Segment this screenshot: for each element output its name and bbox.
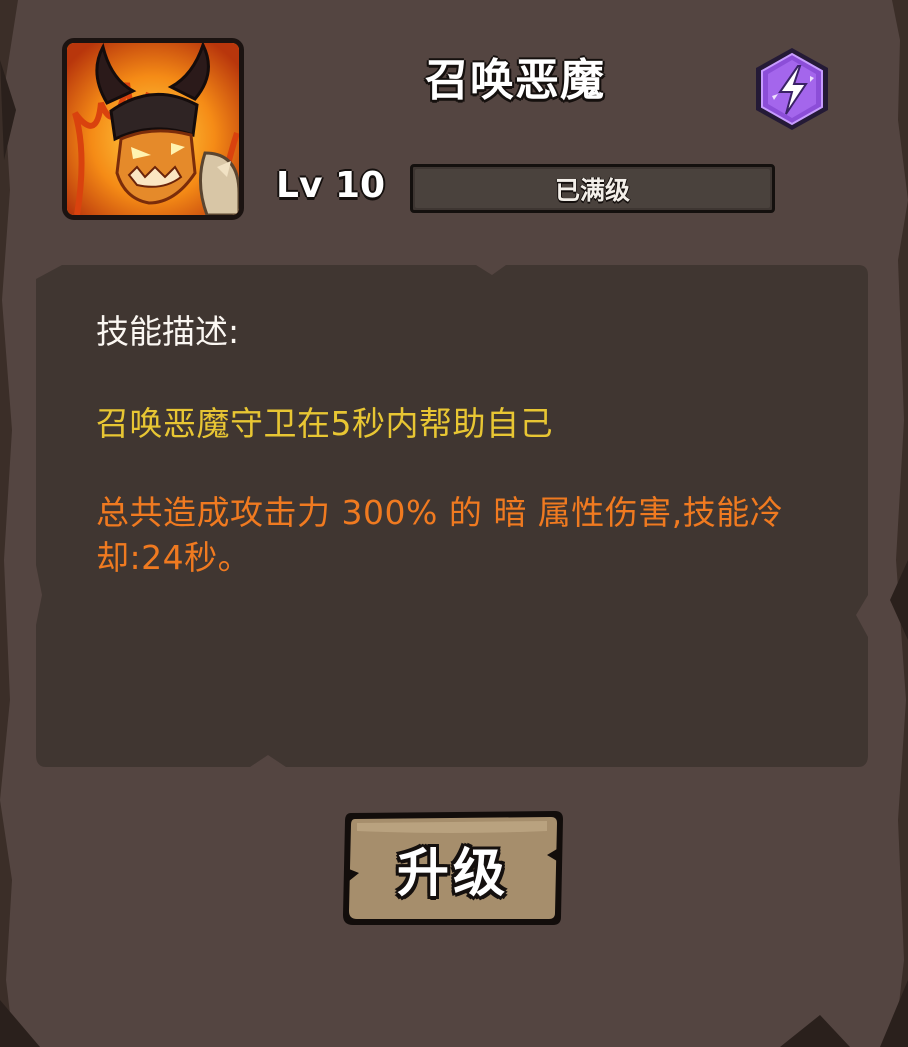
demon-portrait-icon <box>62 38 244 220</box>
lightning-icon <box>756 48 828 130</box>
max-level-status: 已满级 <box>554 175 630 205</box>
level-label: Lv 10 <box>276 165 386 206</box>
description-detail: 总共造成攻击力 300% 的 暗 属性伤害,技能冷却:24秒。 <box>96 493 784 577</box>
upgrade-button-label: 升级 <box>396 843 509 904</box>
description-heading: 技能描述: <box>96 312 240 351</box>
upgrade-button[interactable]: 升级 <box>341 809 565 927</box>
description-summary: 召唤恶魔守卫在5秒内帮助自己 <box>96 404 553 443</box>
level-progress-bar: 已满级 <box>410 164 775 213</box>
skill-title: 召唤恶魔 <box>425 55 605 106</box>
